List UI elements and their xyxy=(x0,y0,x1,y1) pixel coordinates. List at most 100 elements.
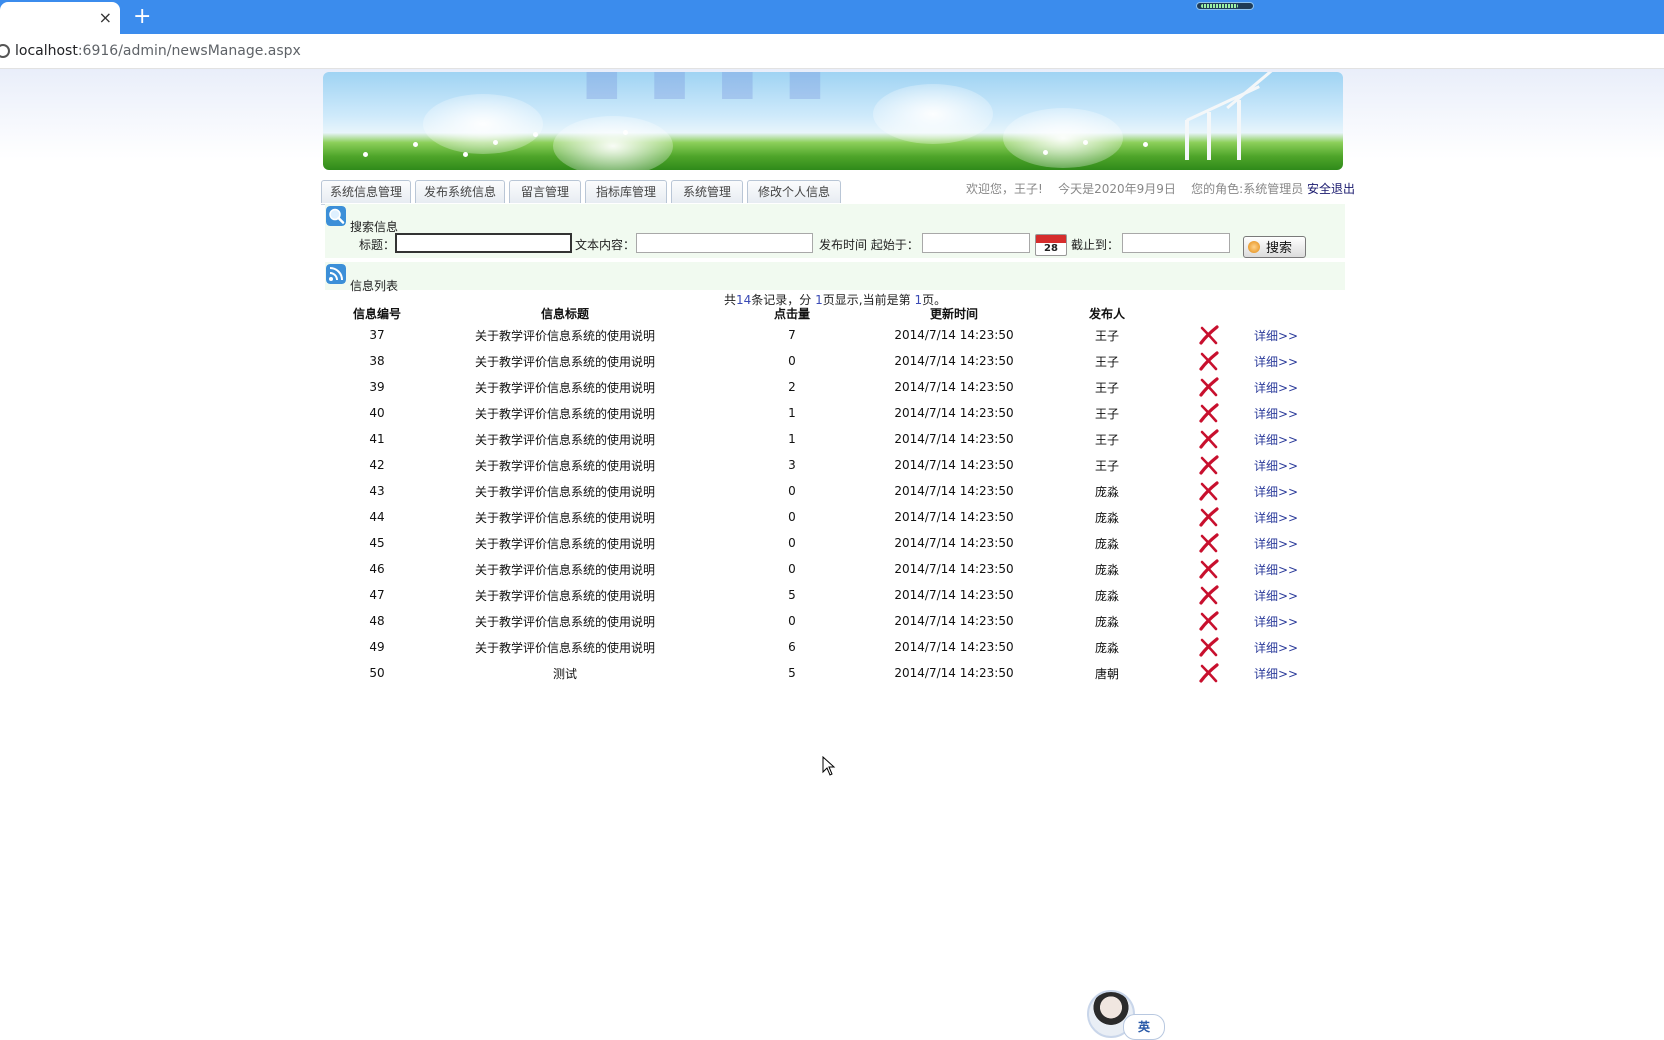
nav-tab-indicators[interactable]: 指标库管理 xyxy=(585,180,667,203)
row-time: 2014/7/14 14:23:50 xyxy=(894,510,1014,524)
search-button[interactable]: 搜索 xyxy=(1243,236,1306,258)
banner-sparkle xyxy=(1043,150,1048,155)
detail-link[interactable]: 详细>> xyxy=(1254,511,1298,525)
banner-sparkle xyxy=(363,152,368,157)
loading-progress-fill xyxy=(1201,4,1238,8)
row-id: 49 xyxy=(369,640,385,654)
header-banner-image: ■ ■ ■ ■ xyxy=(323,72,1343,170)
detail-link[interactable]: 详细>> xyxy=(1254,667,1298,681)
title-search-input[interactable] xyxy=(395,233,572,253)
news-table: 信息编号 信息标题 点击量 更新时间 发布人 37 关于教学评价信息系统的使用说明… xyxy=(330,304,1318,686)
row-time: 2014/7/14 14:23:50 xyxy=(894,328,1014,342)
row-author: 王子 xyxy=(1094,354,1119,369)
delete-x-icon[interactable] xyxy=(1198,481,1220,501)
delete-x-icon[interactable] xyxy=(1198,637,1220,657)
row-title: 关于教学评价信息系统的使用说明 xyxy=(474,640,655,655)
detail-link[interactable]: 详细>> xyxy=(1254,329,1298,343)
detail-link[interactable]: 详细>> xyxy=(1254,615,1298,629)
row-author: 庞淼 xyxy=(1094,640,1119,655)
row-time: 2014/7/14 14:23:50 xyxy=(894,562,1014,576)
tab-close-icon[interactable]: × xyxy=(99,8,112,28)
address-bar[interactable]: localhost:6916/admin/newsManage.aspx xyxy=(0,34,1664,69)
delete-x-icon[interactable] xyxy=(1198,429,1220,449)
ime-language-toggle[interactable]: 英 xyxy=(1123,1014,1165,1040)
nav-tab-system-info[interactable]: 系统信息管理 xyxy=(321,180,411,203)
detail-link[interactable]: 详细>> xyxy=(1254,355,1298,369)
delete-x-icon[interactable] xyxy=(1198,585,1220,605)
row-title: 关于教学评价信息系统的使用说明 xyxy=(474,484,655,499)
row-detail-cell: 详细>> xyxy=(1234,322,1318,348)
row-clicks: 0 xyxy=(788,614,796,628)
row-detail-cell: 详细>> xyxy=(1234,582,1318,608)
detail-link[interactable]: 详细>> xyxy=(1254,589,1298,603)
welcome-greeting: 欢迎您，王子! xyxy=(966,182,1043,196)
row-title: 关于教学评价信息系统的使用说明 xyxy=(474,380,655,395)
banner-sparkle xyxy=(463,152,468,157)
logout-link[interactable]: 安全退出 xyxy=(1307,182,1355,196)
row-title: 关于教学评价信息系统的使用说明 xyxy=(474,614,655,629)
row-delete-cell xyxy=(1184,400,1234,426)
row-detail-cell: 详细>> xyxy=(1234,452,1318,478)
row-title: 关于教学评价信息系统的使用说明 xyxy=(474,458,655,473)
browser-tab-bar: × + xyxy=(0,0,1664,34)
calendar-icon[interactable]: 28 xyxy=(1035,234,1067,256)
nav-tab-messages[interactable]: 留言管理 xyxy=(509,180,581,203)
row-delete-cell xyxy=(1184,504,1234,530)
address-url-path: :6916/admin/newsManage.aspx xyxy=(77,43,301,59)
nav-tab-system-admin[interactable]: 系统管理 xyxy=(671,180,743,203)
nav-tab-publish-info[interactable]: 发布系统信息 xyxy=(415,180,505,203)
delete-x-icon[interactable] xyxy=(1198,559,1220,579)
nav-tab-edit-profile[interactable]: 修改个人信息 xyxy=(747,180,841,203)
delete-x-icon[interactable] xyxy=(1198,377,1220,397)
row-clicks: 6 xyxy=(788,640,796,654)
table-row: 43 关于教学评价信息系统的使用说明 0 2014/7/14 14:23:50 庞淼 详细… xyxy=(330,478,1318,504)
ime-widget[interactable]: 英 xyxy=(1087,988,1169,1040)
row-clicks: 5 xyxy=(788,666,796,680)
detail-link[interactable]: 详细>> xyxy=(1254,433,1298,447)
row-id: 42 xyxy=(369,458,385,472)
address-url[interactable]: localhost:6916/admin/newsManage.aspx xyxy=(15,43,301,59)
detail-link[interactable]: 详细>> xyxy=(1254,407,1298,421)
delete-x-icon[interactable] xyxy=(1198,351,1220,371)
table-row: 45 关于教学评价信息系统的使用说明 0 2014/7/14 14:23:50 庞淼 详细… xyxy=(330,530,1318,556)
delete-x-icon[interactable] xyxy=(1198,325,1220,345)
browser-tab-active[interactable]: × xyxy=(0,2,120,34)
row-author: 庞淼 xyxy=(1094,536,1119,551)
start-date-input[interactable] xyxy=(922,233,1030,253)
row-id: 39 xyxy=(369,380,385,394)
delete-x-icon[interactable] xyxy=(1198,611,1220,631)
table-row: 42 关于教学评价信息系统的使用说明 3 2014/7/14 14:23:50 王子 详细… xyxy=(330,452,1318,478)
delete-x-icon[interactable] xyxy=(1198,533,1220,553)
row-detail-cell: 详细>> xyxy=(1234,608,1318,634)
row-time: 2014/7/14 14:23:50 xyxy=(894,380,1014,394)
delete-x-icon[interactable] xyxy=(1198,455,1220,475)
end-date-input[interactable] xyxy=(1122,233,1230,253)
row-id: 43 xyxy=(369,484,385,498)
row-id: 41 xyxy=(369,432,385,446)
detail-link[interactable]: 详细>> xyxy=(1254,537,1298,551)
row-delete-cell xyxy=(1184,348,1234,374)
site-info-icon[interactable] xyxy=(0,44,10,58)
row-time: 2014/7/14 14:23:50 xyxy=(894,458,1014,472)
row-delete-cell xyxy=(1184,322,1234,348)
delete-x-icon[interactable] xyxy=(1198,507,1220,527)
detail-link[interactable]: 详细>> xyxy=(1254,459,1298,473)
detail-link[interactable]: 详细>> xyxy=(1254,485,1298,499)
detail-link[interactable]: 详细>> xyxy=(1254,381,1298,395)
detail-link[interactable]: 详细>> xyxy=(1254,563,1298,577)
row-title: 关于教学评价信息系统的使用说明 xyxy=(474,354,655,369)
row-author: 王子 xyxy=(1094,432,1119,447)
list-section-label: 信息列表 xyxy=(350,279,399,293)
row-id: 48 xyxy=(369,614,385,628)
table-row: 37 关于教学评价信息系统的使用说明 7 2014/7/14 14:23:50 王子 详细… xyxy=(330,322,1318,348)
new-tab-button[interactable]: + xyxy=(133,4,151,30)
delete-x-icon[interactable] xyxy=(1198,403,1220,423)
column-header-delete xyxy=(1184,304,1234,322)
detail-link[interactable]: 详细>> xyxy=(1254,641,1298,655)
delete-x-icon[interactable] xyxy=(1198,663,1220,683)
banner-sparkle xyxy=(413,142,418,147)
row-clicks: 1 xyxy=(788,406,796,420)
row-author: 唐朝 xyxy=(1094,666,1119,681)
row-clicks: 0 xyxy=(788,484,796,498)
content-search-input[interactable] xyxy=(636,233,813,253)
